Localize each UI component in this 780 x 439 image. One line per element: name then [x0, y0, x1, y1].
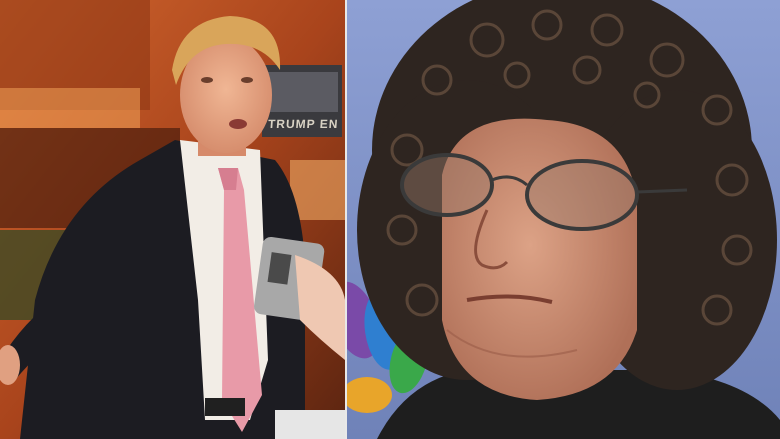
sign-text: TRUMP ENTERTAINMENT [267, 117, 339, 131]
eye-left [201, 77, 213, 83]
paper-sheet [275, 410, 345, 439]
recorder-screen [267, 252, 292, 285]
left-photo-scene [0, 0, 345, 439]
sign-photo [266, 72, 338, 112]
belt [205, 398, 245, 416]
left-photo: TRUMP ENTERTAINMENT [0, 0, 345, 439]
ceiling-light-strip [0, 88, 140, 128]
right-photo [347, 0, 780, 439]
open-mouth [229, 119, 247, 129]
right-photo-scene [347, 0, 780, 439]
lamp-glow [290, 160, 345, 220]
eye-right [241, 77, 253, 83]
